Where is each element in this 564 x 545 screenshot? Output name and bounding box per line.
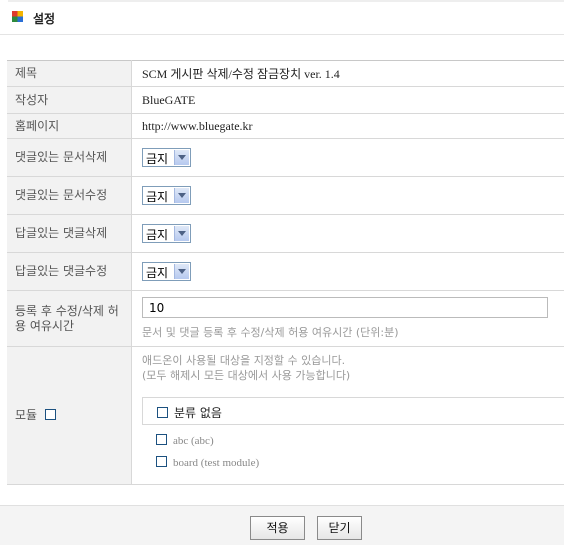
module-abc-checkbox[interactable] [156, 434, 167, 445]
replied-comment-delete-select[interactable]: 금지 [142, 224, 191, 243]
row-title: 제목 SCM 게시판 삭제/수정 잠금장치 ver. 1.4 [7, 61, 564, 87]
grace-time-description: 문서 및 댓글 등록 후 수정/삭제 허용 여유시간 (단위:분) [142, 324, 564, 340]
module-note-1: 애드온이 사용될 대상을 지정할 수 있습니다. [142, 353, 564, 368]
label-commented-doc-edit: 댓글있는 문서수정 [7, 177, 132, 215]
label-title: 제목 [7, 61, 132, 87]
settings-form: 제목 SCM 게시판 삭제/수정 잠금장치 ver. 1.4 작성자 BlueG… [7, 60, 564, 485]
commented-doc-delete-select[interactable]: 금지 [142, 148, 191, 167]
label-author: 작성자 [7, 87, 132, 114]
module-board-checkbox[interactable] [156, 456, 167, 467]
footer: 적용 닫기 [0, 505, 564, 545]
no-category-checkbox[interactable] [157, 407, 168, 418]
value-author: BlueGATE [132, 87, 564, 114]
header: 설정 [0, 0, 564, 35]
select-value: 금지 [146, 264, 168, 281]
label-replied-comment-delete: 답글있는 댓글삭제 [7, 215, 132, 253]
row-commented-doc-delete: 댓글있는 문서삭제 금지 [7, 139, 564, 177]
module-abc-label: abc (abc) [173, 435, 214, 447]
label-grace-time: 등록 후 수정/삭제 허용 여유시간 [7, 291, 132, 347]
label-module: 모듈 [15, 408, 37, 422]
chevron-down-icon[interactable] [174, 226, 189, 241]
module-list: 분류 없음 [142, 397, 564, 425]
label-replied-comment-edit: 답글있는 댓글수정 [7, 253, 132, 291]
module-item-abc[interactable]: abc (abc) [156, 435, 564, 447]
replied-comment-edit-select[interactable]: 금지 [142, 262, 191, 281]
select-value: 금지 [146, 188, 168, 205]
row-grace-time: 등록 후 수정/삭제 허용 여유시간 문서 및 댓글 등록 후 수정/삭제 허용… [7, 291, 564, 347]
settings-icon [12, 11, 23, 22]
page-title: 설정 [33, 10, 55, 27]
row-replied-comment-edit: 답글있는 댓글수정 금지 [7, 253, 564, 291]
value-title: SCM 게시판 삭제/수정 잠금장치 ver. 1.4 [132, 61, 564, 87]
row-module: 모듈 애드온이 사용될 대상을 지정할 수 있습니다. (모두 해제시 모든 대… [7, 347, 564, 485]
chevron-down-icon[interactable] [174, 188, 189, 203]
select-value: 금지 [146, 226, 168, 243]
row-homepage: 홈페이지 http://www.bluegate.kr [7, 114, 564, 139]
apply-button[interactable]: 적용 [250, 516, 305, 540]
close-button[interactable]: 닫기 [317, 516, 362, 540]
row-replied-comment-delete: 답글있는 댓글삭제 금지 [7, 215, 564, 253]
chevron-down-icon[interactable] [174, 264, 189, 279]
header-bar [8, 0, 564, 2]
label-commented-doc-delete: 댓글있는 문서삭제 [7, 139, 132, 177]
label-homepage: 홈페이지 [7, 114, 132, 139]
no-category-label: 분류 없음 [174, 406, 222, 420]
module-board-label: board (test module) [173, 457, 259, 469]
module-item-board[interactable]: board (test module) [156, 457, 564, 469]
module-all-checkbox[interactable] [45, 409, 56, 420]
grace-time-input[interactable] [142, 297, 548, 318]
value-homepage: http://www.bluegate.kr [132, 114, 564, 139]
commented-doc-edit-select[interactable]: 금지 [142, 186, 191, 205]
no-category-item[interactable]: 분류 없음 [157, 404, 222, 421]
module-note-2: (모두 해제시 모든 대상에서 사용 가능합니다) [142, 368, 564, 383]
chevron-down-icon[interactable] [174, 150, 189, 165]
row-author: 작성자 BlueGATE [7, 87, 564, 114]
select-value: 금지 [146, 150, 168, 167]
row-commented-doc-edit: 댓글있는 문서수정 금지 [7, 177, 564, 215]
